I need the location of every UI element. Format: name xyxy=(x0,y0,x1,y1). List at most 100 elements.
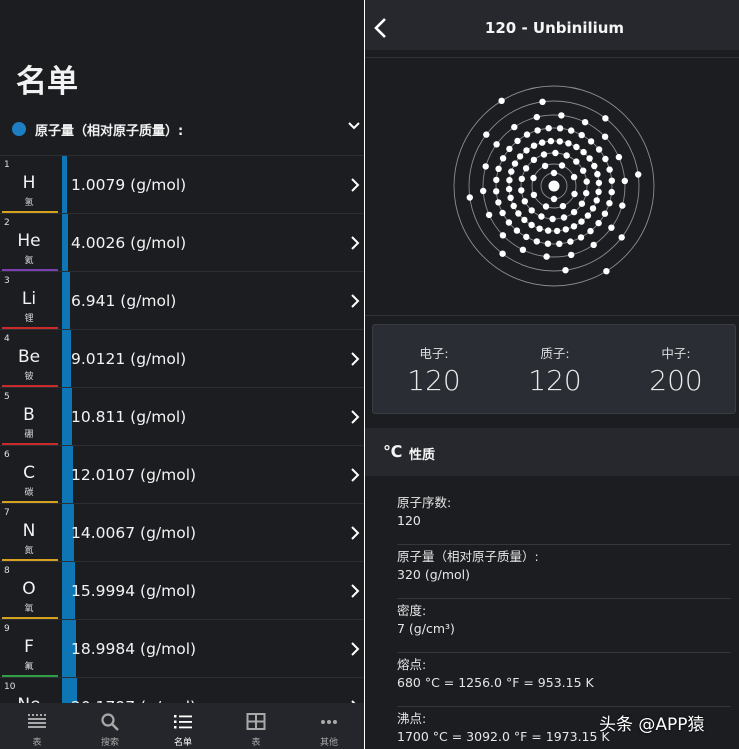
element-row-be[interactable]: 4 Be 铍 9.0121 (g/mol) xyxy=(0,329,364,388)
element-row-n[interactable]: 7 N 氮 14.0067 (g/mol) xyxy=(0,503,364,562)
property-filter-dropdown[interactable]: 原子量（相对原子质量）: xyxy=(0,112,364,146)
electron-dot xyxy=(523,131,531,138)
element-row-li[interactable]: 3 Li 锂 6.941 (g/mol) xyxy=(0,271,364,330)
element-symbol: He xyxy=(17,231,41,251)
electron-dot xyxy=(530,191,538,199)
property-label: 原子序数: xyxy=(397,495,452,510)
electron-dot xyxy=(578,131,585,139)
chevron-right-icon xyxy=(351,294,360,308)
electron-dot xyxy=(586,155,593,162)
electron-dot xyxy=(583,178,590,185)
element-list[interactable]: 1 H 氢 1.0079 (g/mol) 2 He 氦 4.0026 (g/mol) 3 Li 锂 6… xyxy=(0,155,364,703)
electron-dot xyxy=(608,177,615,184)
tab-search[interactable]: 搜索 xyxy=(73,703,147,749)
electron-dot xyxy=(515,210,522,217)
filter-label: 原子量（相对原子质量）: xyxy=(35,124,184,139)
tab-label: 名单 xyxy=(173,738,192,748)
atomic-number: 6 xyxy=(4,450,10,460)
element-row-he[interactable]: 2 He 氦 4.0026 (g/mol) xyxy=(0,213,364,272)
element-name-cn: 氦 xyxy=(24,256,34,266)
electron-dot xyxy=(530,156,538,164)
electron-dot xyxy=(619,202,626,209)
electron-dot xyxy=(584,212,592,219)
atomic-number: 1 xyxy=(4,160,10,170)
electron-dot xyxy=(602,115,609,122)
electron-dot xyxy=(567,238,574,245)
element-symbol: Ne xyxy=(0,695,58,703)
electron-dot xyxy=(536,225,543,232)
chevron-right-icon xyxy=(351,468,360,482)
electron-dot xyxy=(556,240,563,247)
tab-list[interactable]: 名单 xyxy=(146,703,220,749)
electron-dot xyxy=(583,189,590,197)
electron-dot xyxy=(603,268,610,275)
electron-dot xyxy=(601,210,609,217)
atomic-number: 10 xyxy=(4,682,16,692)
element-name-cn: 硼 xyxy=(24,430,34,440)
chevron-right-icon xyxy=(351,410,360,424)
electron-dot xyxy=(523,147,530,154)
electron-dot xyxy=(606,200,613,207)
value-bar xyxy=(62,272,70,330)
electron-dot xyxy=(635,171,642,178)
tab-more[interactable]: 其他 xyxy=(292,703,364,749)
tab-label: 表 xyxy=(32,738,42,748)
element-value: 6.941 (g/mol) xyxy=(71,292,177,310)
element-name-cn: 铍 xyxy=(24,372,34,382)
electron-dot xyxy=(559,202,567,210)
electron-dot xyxy=(590,241,597,249)
element-name-cn: 氧 xyxy=(24,604,34,614)
electron-dot xyxy=(466,194,473,201)
element-row-h[interactable]: 1 H 氢 1.0079 (g/mol) xyxy=(0,155,364,214)
electron-dot xyxy=(499,209,506,217)
nucleus xyxy=(548,180,560,192)
electron-dot xyxy=(608,188,615,196)
electron-dot xyxy=(580,167,587,174)
divider xyxy=(397,652,731,653)
atomic-number: 9 xyxy=(4,624,10,634)
neutron-value: 200 xyxy=(649,364,703,397)
electron-dot xyxy=(608,224,615,231)
electron-dot xyxy=(581,119,589,126)
electron-dot xyxy=(493,188,500,195)
element-symbol: Be xyxy=(17,347,41,367)
element-row-f[interactable]: 9 F 氟 18.9984 (g/mol) xyxy=(0,619,364,678)
more-icon xyxy=(321,720,337,724)
element-row-ne[interactable]: 10Ne20.1797 (g/mol) xyxy=(0,677,364,703)
tab-label: 搜索 xyxy=(100,738,119,748)
element-row-o[interactable]: 8 O 氧 15.9994 (g/mol) xyxy=(0,561,364,620)
atomic-number: 5 xyxy=(4,392,10,402)
element-row-b[interactable]: 5 B 硼 10.811 (g/mol) xyxy=(0,387,364,446)
properties-section-header[interactable]: ℃ 性质 xyxy=(365,428,739,476)
electron-dot xyxy=(538,213,545,220)
element-value: 4.0026 (g/mol) xyxy=(71,234,187,252)
electron-dot xyxy=(587,138,595,145)
electron-dot xyxy=(511,160,519,167)
electron-dot xyxy=(606,166,613,173)
electron-dot xyxy=(556,125,564,132)
divider xyxy=(365,315,739,316)
electron-dot xyxy=(580,148,587,156)
property-density: 密度: 7 (g/cm³) xyxy=(397,600,731,654)
electron-dot xyxy=(550,195,558,203)
tab-table-chart[interactable]: 表 xyxy=(0,703,74,749)
atom-shell-diagram xyxy=(453,85,655,287)
tab-grid-table[interactable]: 表 xyxy=(219,703,293,749)
grid-table-icon xyxy=(246,713,266,730)
electron-dot xyxy=(518,187,525,194)
bottom-tab-bar: 表 搜索 名单 表 其他 xyxy=(0,703,364,749)
electron-dot xyxy=(595,188,602,195)
element-row-c[interactable]: 6 C 碳 12.0107 (g/mol) xyxy=(0,445,364,504)
proton-value: 120 xyxy=(528,364,582,397)
electron-dot xyxy=(595,146,603,153)
electron-dot xyxy=(521,198,528,205)
element-value: 14.0067 (g/mol) xyxy=(71,524,197,542)
element-name-cn: 氢 xyxy=(24,198,34,208)
element-symbol: Li xyxy=(21,289,37,309)
electron-dot xyxy=(568,251,575,259)
electron-dot xyxy=(618,234,625,241)
tab-label: 表 xyxy=(251,738,261,748)
electron-dot xyxy=(562,226,569,233)
element-value: 15.9994 (g/mol) xyxy=(71,582,197,600)
electron-dot xyxy=(556,138,563,145)
